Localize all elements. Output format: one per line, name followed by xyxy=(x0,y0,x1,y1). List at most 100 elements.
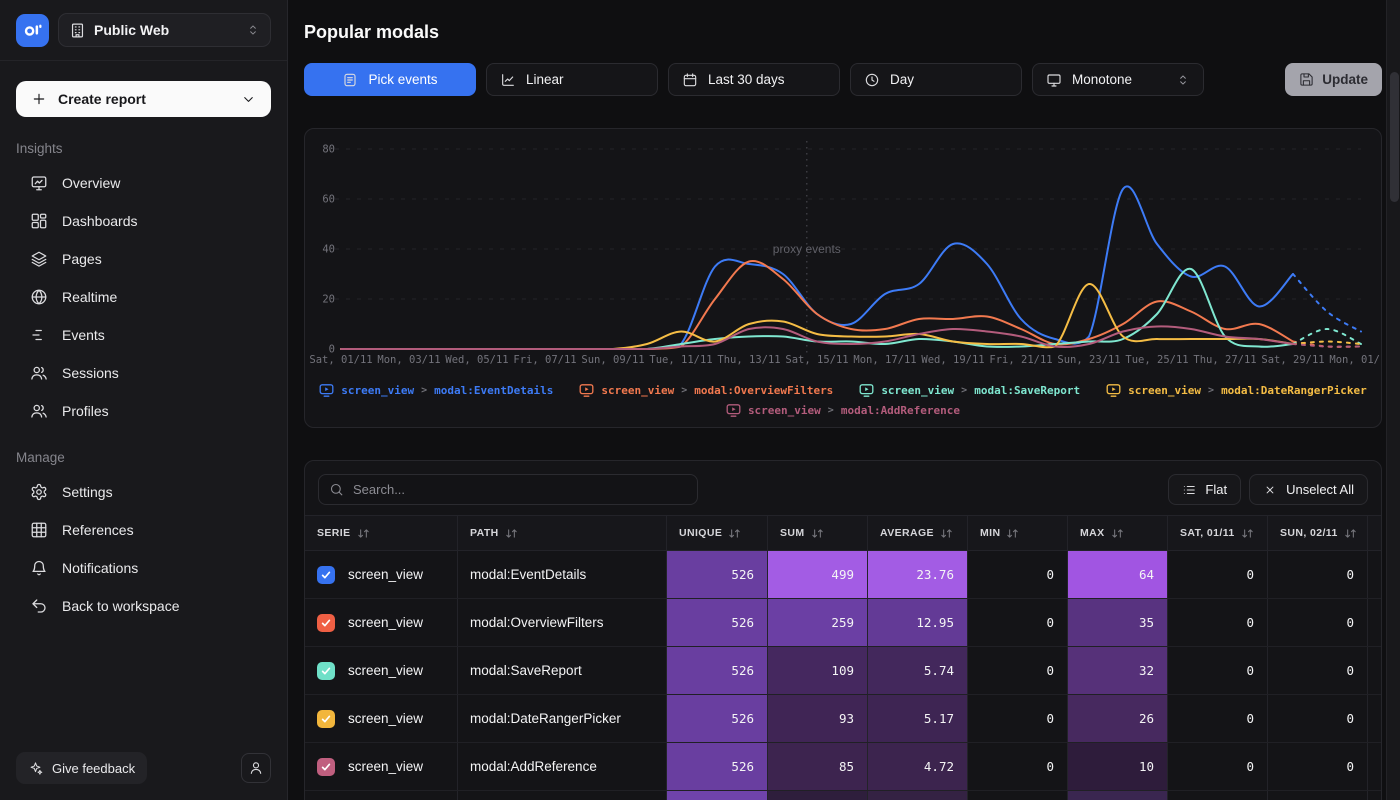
svg-text:Mon, 17/11: Mon, 17/11 xyxy=(853,354,916,366)
row-checkbox[interactable] xyxy=(317,662,335,680)
column-header-sat-01-11[interactable]: SAT, 01/11 xyxy=(1168,516,1268,550)
sidebar-item-events[interactable]: Events xyxy=(16,316,271,354)
sidebar-item-label: Notifications xyxy=(62,560,138,576)
sidebar-item-sessions[interactable]: Sessions xyxy=(16,354,271,392)
pick-events-label: Pick events xyxy=(368,72,437,87)
sidebar-item-overview[interactable]: Overview xyxy=(16,164,271,202)
legend-item-modal-daterangerpicker[interactable]: screen_view>modal:DateRangerPicker xyxy=(1106,383,1367,398)
users-icon xyxy=(30,402,48,420)
sidebar-item-pages[interactable]: Pages xyxy=(16,240,271,278)
pick-events-button[interactable]: Pick events xyxy=(304,63,476,96)
create-report-button[interactable]: Create report xyxy=(16,81,271,117)
sort-icon xyxy=(1344,527,1357,540)
metric-cell: 526 xyxy=(667,599,768,646)
sort-icon xyxy=(940,527,953,540)
metric-cell: 0 xyxy=(968,551,1068,598)
metric-cell: 35 xyxy=(1068,599,1168,646)
legend-item-modal-addreference[interactable]: screen_view>modal:AddReference xyxy=(726,403,960,418)
row-checkbox[interactable] xyxy=(317,758,335,776)
monitor-icon xyxy=(1046,72,1062,88)
column-label: PATH xyxy=(470,527,499,539)
user-menu-button[interactable] xyxy=(241,753,271,783)
chevron-down-icon xyxy=(241,92,256,107)
row-checkbox[interactable] xyxy=(317,710,335,728)
interval-button[interactable]: Day xyxy=(850,63,1022,96)
flat-label: Flat xyxy=(1205,482,1227,497)
metric-cell xyxy=(1268,791,1368,800)
sidebar-item-label: Sessions xyxy=(62,365,119,381)
globe-icon xyxy=(30,288,48,306)
metric-cell: 259 xyxy=(768,599,868,646)
metric-cell: 0 xyxy=(968,647,1068,694)
table-toolbar: Flat Unselect All xyxy=(305,474,1381,505)
path-label: modal:EventDetails xyxy=(470,567,586,582)
legend-item-modal-eventdetails[interactable]: screen_view>modal:EventDetails xyxy=(319,383,553,398)
line-style-select[interactable]: Monotone xyxy=(1032,63,1204,96)
column-header-max[interactable]: MAX xyxy=(1068,516,1168,550)
row-checkbox[interactable] xyxy=(317,614,335,632)
unselect-all-button[interactable]: Unselect All xyxy=(1249,474,1368,505)
svg-text:Sat, 29/11: Sat, 29/11 xyxy=(1261,354,1324,366)
monitor-play-icon xyxy=(319,383,334,398)
legend-path: modal:AddReference xyxy=(841,404,960,417)
search-input[interactable] xyxy=(353,482,687,497)
column-header-stub xyxy=(1368,516,1381,550)
chart-type-button[interactable]: Linear xyxy=(486,63,658,96)
column-label: SERIE xyxy=(317,527,351,539)
legend-item-modal-savereport[interactable]: screen_view>modal:SaveReport xyxy=(859,383,1080,398)
date-range-button[interactable]: Last 30 days xyxy=(668,63,840,96)
metric-cell: 32 xyxy=(1068,647,1168,694)
flat-toggle-button[interactable]: Flat xyxy=(1168,474,1241,505)
column-header-average[interactable]: AVERAGE xyxy=(868,516,968,550)
nav-section-label: Manage xyxy=(16,450,271,465)
calendar-icon xyxy=(682,72,698,88)
row-checkbox[interactable] xyxy=(317,566,335,584)
scrollbar-thumb[interactable] xyxy=(1390,72,1399,202)
sidebar-item-profiles[interactable]: Profiles xyxy=(16,392,271,430)
column-header-unique[interactable]: UNIQUE xyxy=(667,516,768,550)
sidebar-item-settings[interactable]: Settings xyxy=(16,473,271,511)
path-label: modal:DateRangerPicker xyxy=(470,711,621,726)
column-header-path[interactable]: PATH xyxy=(458,516,667,550)
metric-cell xyxy=(1168,791,1268,800)
users-icon xyxy=(30,364,48,382)
search-box[interactable] xyxy=(318,474,698,505)
give-feedback-label: Give feedback xyxy=(52,761,135,776)
scrollbar[interactable] xyxy=(1386,0,1400,800)
stub-cell xyxy=(1368,551,1381,598)
legend-item-modal-overviewfilters[interactable]: screen_view>modal:OverviewFilters xyxy=(579,383,833,398)
sort-icon xyxy=(357,527,370,540)
table-row: screen_viewmodal:SaveReport5261095.74032… xyxy=(305,647,1381,695)
lines-icon xyxy=(30,326,48,344)
metric-cell: 0 xyxy=(1268,599,1368,646)
legend-event: screen_view xyxy=(601,384,674,397)
metric-cell: 526 xyxy=(667,695,768,742)
column-header-sun-02-11[interactable]: SUN, 02/11 xyxy=(1268,516,1368,550)
update-button[interactable]: Update xyxy=(1285,63,1382,96)
column-header-sum[interactable]: SUM xyxy=(768,516,868,550)
sort-icon xyxy=(1111,527,1124,540)
serie-label: screen_view xyxy=(348,567,423,582)
openpanel-logo[interactable] xyxy=(16,14,49,47)
serie-label: screen_view xyxy=(348,615,423,630)
sort-icon xyxy=(1006,527,1019,540)
sidebar-item-references[interactable]: References xyxy=(16,511,271,549)
column-header-min[interactable]: MIN xyxy=(968,516,1068,550)
give-feedback-button[interactable]: Give feedback xyxy=(16,752,147,784)
metric-cell: 10 xyxy=(1068,743,1168,790)
column-header-serie[interactable]: SERIE xyxy=(305,516,458,550)
legend-path: modal:OverviewFilters xyxy=(694,384,833,397)
workspace-selector[interactable]: Public Web xyxy=(58,13,271,47)
sidebar-item-dashboards[interactable]: Dashboards xyxy=(16,202,271,240)
metric-cell: 0 xyxy=(1168,743,1268,790)
sidebar-item-notifications[interactable]: Notifications xyxy=(16,549,271,587)
stub-cell xyxy=(1368,647,1381,694)
page-title: Popular modals xyxy=(304,22,1400,43)
sidebar-item-realtime[interactable]: Realtime xyxy=(16,278,271,316)
sidebar-item-back-to-workspace[interactable]: Back to workspace xyxy=(16,587,271,625)
metric-cell xyxy=(968,791,1068,800)
metric-cell xyxy=(768,791,868,800)
undo-icon xyxy=(30,597,48,615)
metric-cell: 0 xyxy=(1168,599,1268,646)
path-cell: modal:OverviewFilters xyxy=(458,599,667,646)
